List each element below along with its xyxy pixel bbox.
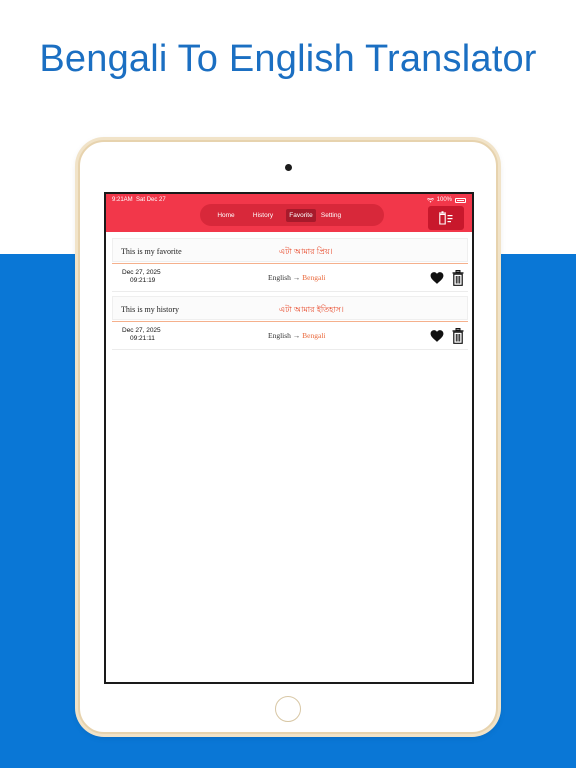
trash-list-icon: [439, 211, 453, 225]
from-language: English →: [268, 331, 301, 340]
battery-percent: 100%: [436, 197, 452, 203]
home-button[interactable]: [275, 696, 301, 722]
clear-all-button[interactable]: [428, 206, 464, 230]
source-text: This is my history: [121, 305, 180, 314]
entry-date: Dec 27, 2025: [122, 327, 161, 334]
delete-icon[interactable]: [452, 328, 464, 344]
heart-icon[interactable]: [430, 329, 444, 343]
entry-datetime: Dec 27, 2025 09:21:11: [122, 327, 161, 343]
entry-text-row: This is my favorite এটা আমার প্রিয়।: [112, 238, 468, 262]
tab-home[interactable]: Home: [214, 209, 238, 222]
heart-icon[interactable]: [430, 271, 444, 285]
top-bar: 9:21AM Sat Dec 27 100% Home History Favo…: [106, 194, 472, 232]
status-time: 9:21AM: [112, 197, 133, 203]
status-date: Sat Dec 27: [136, 197, 166, 203]
headline: Bengali To English Translator: [39, 38, 537, 80]
entry-time: 09:21:19: [130, 277, 156, 284]
language-pair: English → Bengali: [268, 331, 326, 340]
entry-time: 09:21:11: [130, 335, 155, 342]
camera-icon: [285, 164, 292, 171]
to-language: Bengali: [302, 273, 326, 282]
translated-text: এটা আমার ইতিহাস।: [279, 305, 344, 314]
battery-icon: [455, 197, 466, 203]
ipad-frame: 9:21AM Sat Dec 27 100% Home History Favo…: [78, 140, 498, 734]
tab-bar: Home History Favorite Setting: [200, 204, 384, 226]
tab-favorite[interactable]: Favorite: [286, 209, 316, 222]
app-screen: 9:21AM Sat Dec 27 100% Home History Favo…: [104, 192, 474, 684]
entry-text-row: This is my history এটা আমার ইতিহাস।: [112, 296, 468, 320]
entry-meta-row: Dec 27, 2025 09:21:11 English → Bengali: [112, 322, 468, 350]
status-time-date: 9:21AM Sat Dec 27: [112, 197, 166, 203]
tab-setting[interactable]: Setting: [318, 209, 344, 222]
source-text: This is my favorite: [121, 247, 182, 256]
status-indicators: 100%: [426, 197, 466, 203]
wifi-icon: [426, 197, 434, 203]
from-language: English →: [268, 273, 301, 282]
entry-meta-row: Dec 27, 2025 09:21:19 English → Bengali: [112, 264, 468, 292]
to-language: Bengali: [302, 331, 326, 340]
entry-date: Dec 27, 2025: [122, 269, 161, 276]
translated-text: এটা আমার প্রিয়।: [279, 247, 333, 256]
entry-datetime: Dec 27, 2025 09:21:19: [122, 269, 161, 285]
tab-history[interactable]: History: [250, 209, 276, 222]
delete-icon[interactable]: [452, 270, 464, 286]
language-pair: English → Bengali: [268, 273, 326, 282]
